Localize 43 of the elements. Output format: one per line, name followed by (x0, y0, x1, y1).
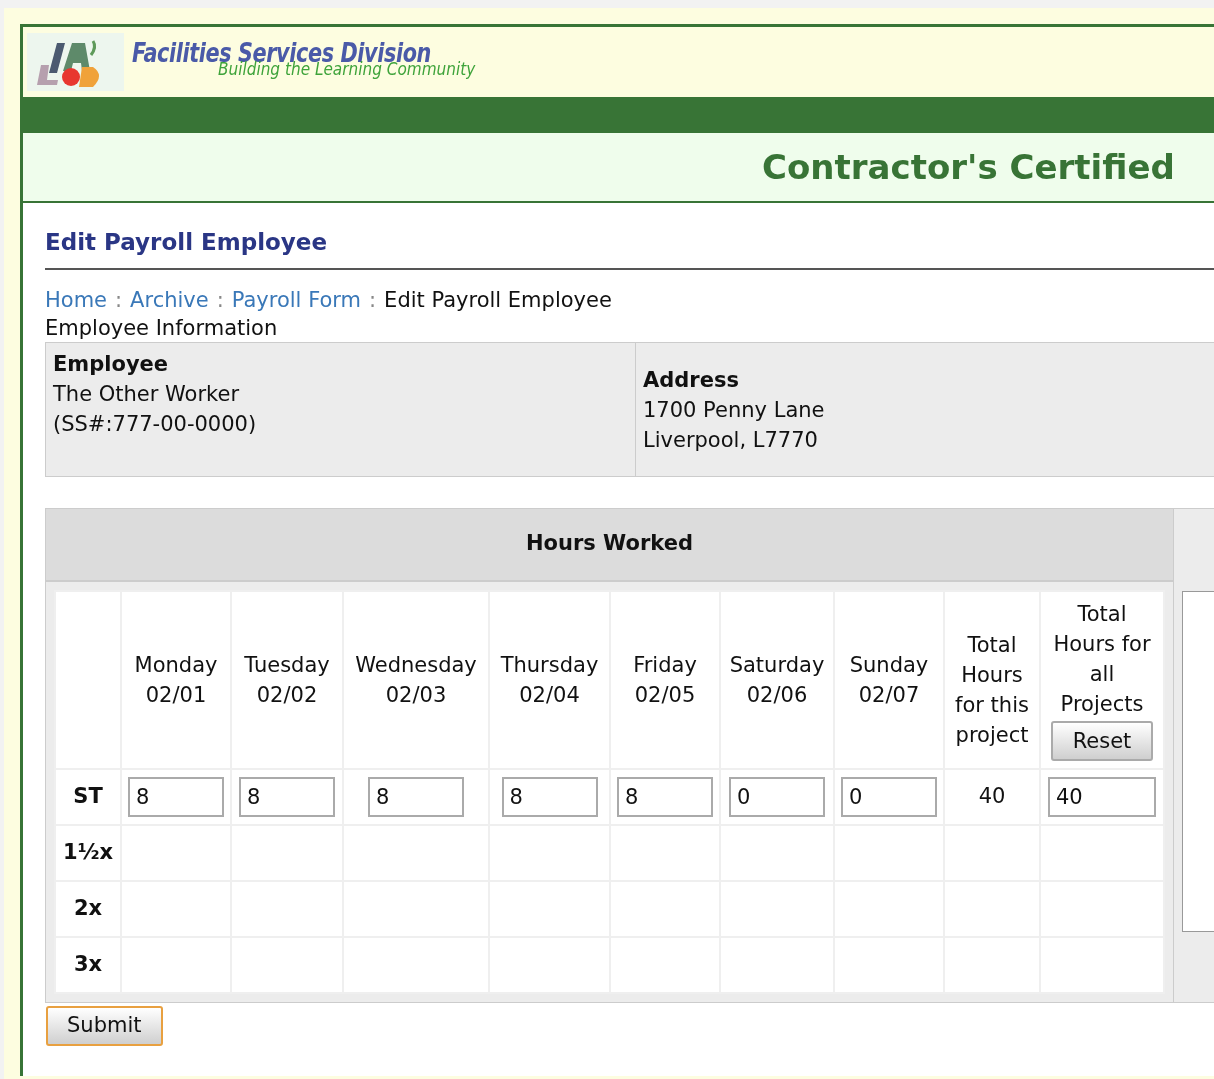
reset-button[interactable]: Reset (1050, 720, 1154, 761)
day-header: Friday 02/05 (633, 651, 697, 709)
total-project-value: 40 (978, 783, 1006, 808)
hours-input[interactable]: 8 (501, 776, 598, 817)
breadcrumb-current: Edit Payroll Employee (384, 286, 612, 314)
hours-input[interactable]: 0 (729, 776, 825, 817)
address-line: 1700 Penny Lane (643, 396, 825, 424)
employee-label: Employee (53, 350, 170, 378)
day-header: Thursday 02/04 (500, 651, 599, 709)
total-project-header: Total Hours for this project (954, 631, 1030, 749)
day-header: Wednesday 02/03 (355, 651, 477, 709)
hours-title: Hours Worked (526, 530, 693, 558)
breadcrumb-link[interactable]: Archive (130, 285, 209, 314)
breadcrumb-separator: : (216, 286, 224, 314)
banner-title: Contractor's Certified (762, 145, 1175, 189)
breadcrumb-link[interactable]: Payroll Form (231, 285, 362, 314)
notes-box[interactable] (1182, 590, 1214, 932)
page-title: Edit Payroll Employee (45, 229, 328, 255)
address-label: Address (643, 366, 740, 394)
total-all-header: Total Hours for all Projects (1052, 600, 1152, 718)
breadcrumb-separator: : (115, 286, 123, 314)
rate-label: ST (73, 783, 103, 808)
rate-label: 1½x (63, 839, 113, 864)
total-all-input[interactable]: 40 (1048, 776, 1156, 817)
rate-label: 2x (73, 895, 103, 920)
day-header: Saturday 02/06 (729, 651, 825, 709)
rate-label: 3x (73, 951, 103, 976)
employee-ssn: (SS#:777-00-0000) (53, 410, 258, 438)
logo-icon (27, 33, 124, 91)
address-line: Liverpool, L7770 (643, 426, 819, 454)
breadcrumb-separator: : (369, 286, 377, 314)
day-header: Monday 02/01 (134, 651, 218, 709)
submit-button[interactable]: Submit (46, 1005, 163, 1046)
hours-input[interactable]: 8 (239, 776, 335, 817)
day-header: Tuesday 02/02 (244, 651, 330, 709)
hours-input[interactable]: 0 (841, 776, 937, 817)
hours-input[interactable]: 8 (617, 776, 713, 817)
breadcrumb-link[interactable]: Home (45, 285, 107, 314)
hours-input[interactable]: 8 (368, 776, 464, 817)
employee-name: The Other Worker (53, 380, 241, 408)
hours-input[interactable]: 8 (128, 776, 224, 817)
day-header: Sunday 02/07 (849, 651, 929, 709)
section-label: Employee Information (45, 315, 278, 340)
